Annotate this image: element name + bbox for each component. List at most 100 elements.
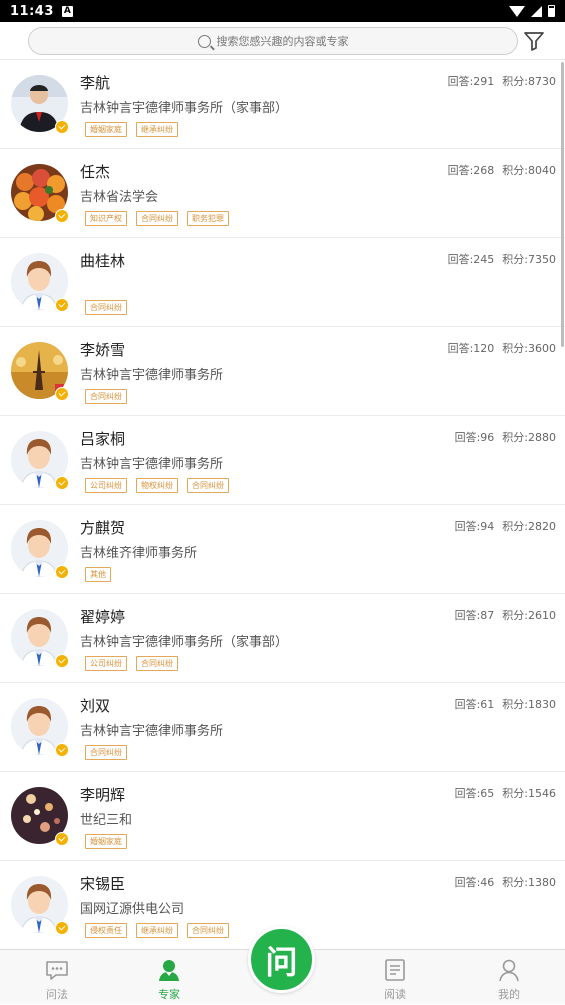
expert-row[interactable]: 曲桂林合同纠纷 回答:245 积分:7350 <box>0 238 565 327</box>
signal-icon <box>531 5 542 17</box>
expert-row[interactable]: 方麒贺 吉林维齐律师事务所 其他 回答:94 积分:2820 <box>0 505 565 594</box>
expert-row[interactable]: 李明辉 世纪三和 婚姻家庭 回答:65 积分:1546 <box>0 772 565 861</box>
points-count: 积分:8040 <box>502 164 556 177</box>
expertise-tag: 合同纠纷 <box>136 211 178 226</box>
expertise-tag: 继承纠纷 <box>136 122 178 137</box>
nav-wode[interactable]: 我的 <box>474 950 544 1005</box>
nav-wenfa[interactable]: 问法 <box>22 950 92 1005</box>
expert-org: 吉林维齐律师事务所 <box>80 546 198 561</box>
expertise-tag: 其他 <box>85 567 111 582</box>
search-input[interactable]: 搜索您感兴趣的内容或专家 <box>28 27 518 55</box>
verified-badge-icon <box>55 743 69 757</box>
expert-name: 刘双 <box>80 697 111 715</box>
tag-list: 公司纠纷 合同纠纷 <box>85 656 178 671</box>
expert-name: 宋锡臣 <box>80 875 126 893</box>
expertise-tag: 合同纠纷 <box>187 923 229 938</box>
expert-row[interactable]: 李航 吉林钟言宇德律师事务所（家事部） 婚姻家庭 继承纠纷 回答:291 积分:8730 <box>0 60 565 149</box>
nav-yuedu[interactable]: 阅读 <box>360 950 430 1005</box>
expert-stats: 回答:65 积分:1546 <box>455 785 556 801</box>
expert-name: 曲桂林 <box>80 252 126 270</box>
expert-row[interactable]: 翟婷婷吉林钟言宇德律师事务所（家事部） 公司纠纷 合同纠纷 回答:87 积分:2610 <box>0 594 565 683</box>
verified-badge-icon <box>55 120 69 134</box>
expert-name: 翟婷婷 <box>80 608 126 626</box>
expert-stats: 回答:94 积分:2820 <box>455 518 556 534</box>
expertise-tag: 公司纠纷 <box>85 478 127 493</box>
expert-stats: 回答:120 积分:3600 <box>448 340 556 356</box>
nav-wode-label: 我的 <box>498 988 520 1001</box>
ask-button[interactable]: 问 <box>248 926 315 993</box>
answer-count: 回答:65 <box>454 787 495 800</box>
points-count: 积分:1380 <box>502 876 556 889</box>
points-count: 积分:2820 <box>502 520 556 533</box>
expert-stats: 回答:96 积分:2880 <box>455 429 556 445</box>
answer-count: 回答:96 <box>454 431 495 444</box>
answer-count: 回答:94 <box>454 520 495 533</box>
expert-name: 吕家桐 <box>80 430 126 448</box>
filter-icon[interactable] <box>522 29 546 53</box>
expert-org: 吉林钟言宇德律师事务所（家事部） <box>80 101 289 116</box>
expert-org: 国网辽源供电公司 <box>80 902 185 917</box>
expert-name: 任杰 <box>80 163 111 181</box>
nav-wenfa-label: 问法 <box>46 988 68 1001</box>
verified-badge-icon <box>55 654 69 668</box>
expert-row[interactable]: 任杰吉林省法学会知识产权 合同纠纷 职务犯罪 回答:268 积分:8040 <box>0 149 565 238</box>
verified-badge-icon <box>55 832 69 846</box>
expertise-tag: 合同纠纷 <box>85 745 127 760</box>
answer-count: 回答:61 <box>454 698 495 711</box>
tag-list: 知识产权 合同纠纷 职务犯罪 <box>85 211 229 226</box>
expert-org: 吉林钟言宇德律师事务所（家事部） <box>80 635 289 650</box>
points-count: 积分:1546 <box>502 787 556 800</box>
scrollbar[interactable] <box>561 62 564 347</box>
wifi-icon <box>509 5 525 17</box>
status-time: 11:43 <box>10 3 54 19</box>
verified-badge-icon <box>55 476 69 490</box>
expertise-tag: 职务犯罪 <box>187 211 229 226</box>
expert-org: 吉林省法学会 <box>80 190 159 205</box>
expert-stats: 回答:61 积分:1830 <box>455 696 556 712</box>
chat-icon <box>46 961 68 980</box>
answer-count: 回答:268 <box>447 164 495 177</box>
ask-button-label: 问 <box>265 942 298 981</box>
nav-zhuanjia[interactable]: 专家 <box>134 950 204 1005</box>
verified-badge-icon <box>55 298 69 312</box>
expert-list: 李航 吉林钟言宇德律师事务所（家事部） 婚姻家庭 继承纠纷 回答:291 积分:8730 任… <box>0 60 565 950</box>
expertise-tag: 物权纠纷 <box>136 478 178 493</box>
points-count: 积分:8730 <box>502 75 556 88</box>
expert-stats: 回答:87 积分:2610 <box>455 607 556 623</box>
expert-stats: 回答:245 积分:7350 <box>448 251 556 267</box>
points-count: 积分:3600 <box>502 342 556 355</box>
expert-org: 世纪三和 <box>80 813 133 828</box>
expertise-tag: 合同纠纷 <box>85 300 127 315</box>
expertise-tag: 知识产权 <box>85 211 127 226</box>
nav-zhuanjia-label: 专家 <box>158 988 180 1001</box>
tag-list: 合同纠纷 <box>85 300 127 315</box>
expertise-tag: 合同纠纷 <box>85 389 127 404</box>
expert-row[interactable]: 刘双吉林钟言宇德律师事务所合同纠纷 回答:61 积分:1830 <box>0 683 565 772</box>
tag-list: 合同纠纷 <box>85 389 127 404</box>
tag-list: 合同纠纷 <box>85 745 127 760</box>
answer-count: 回答:291 <box>447 75 495 88</box>
search-icon <box>197 34 211 48</box>
expert-org: 吉林钟言宇德律师事务所 <box>80 457 224 472</box>
expert-stats: 回答:268 积分:8040 <box>448 162 556 178</box>
points-count: 积分:7350 <box>502 253 556 266</box>
user-icon <box>499 959 519 982</box>
read-icon <box>385 959 405 981</box>
status-bar: 11:43 A <box>0 0 565 22</box>
notification-a-icon: A <box>61 5 73 17</box>
expert-name: 李明辉 <box>80 786 126 804</box>
expert-row[interactable]: 李娇雪 吉林钟言宇德律师事务所 合同纠纷 回答:120 积分:3600 <box>0 327 565 416</box>
verified-badge-icon <box>55 209 69 223</box>
answer-count: 回答:87 <box>454 609 495 622</box>
expertise-tag: 继承纠纷 <box>136 923 178 938</box>
points-count: 积分:2610 <box>502 609 556 622</box>
search-header: 搜索您感兴趣的内容或专家 <box>0 22 565 60</box>
verified-badge-icon <box>55 387 69 401</box>
search-placeholder: 搜索您感兴趣的内容或专家 <box>216 35 349 48</box>
nav-yuedu-label: 阅读 <box>384 988 406 1001</box>
expert-org: 吉林钟言宇德律师事务所 <box>80 724 224 739</box>
verified-badge-icon <box>55 921 69 935</box>
expert-icon <box>159 960 179 981</box>
expert-row[interactable]: 吕家桐 吉林钟言宇德律师事务所 公司纠纷 物权纠纷 合同纠纷 回答:96 积分:2880 <box>0 416 565 505</box>
points-count: 积分:1830 <box>502 698 556 711</box>
